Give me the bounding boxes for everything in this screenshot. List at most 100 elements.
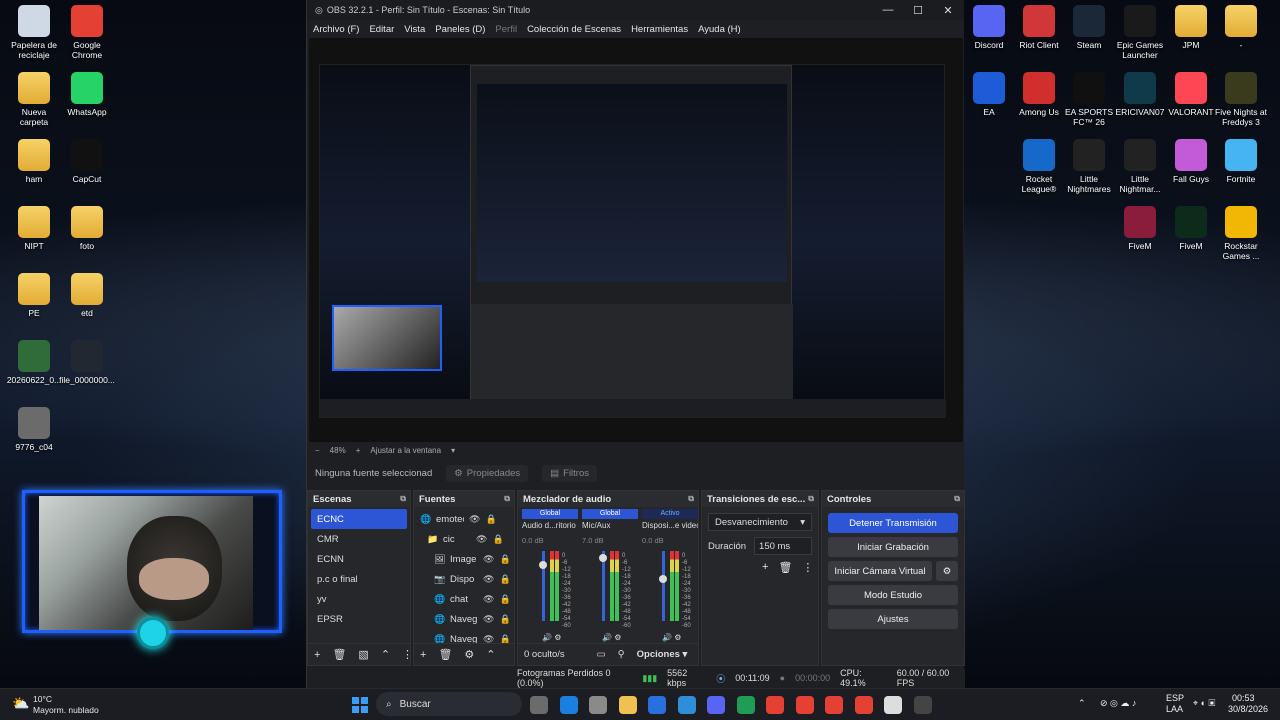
desktop-icon-right9[interactable]: ERICIVAN07 [1111, 72, 1169, 117]
tray-system-icons[interactable]: ⌖ ◐ ▣ [1193, 698, 1215, 709]
tray-misc-icons[interactable]: ⊘ ◎ ☁ ♪ [1100, 698, 1136, 709]
more-button[interactable]: ⋮ [402, 648, 413, 661]
maximize-button[interactable]: ☐ [903, 0, 933, 20]
desktop-icon-right13[interactable]: Little Nightmares [1060, 139, 1118, 194]
lock-icon[interactable]: 🔒 [499, 554, 510, 565]
menu-archivo[interactable]: Archivo (F) [313, 24, 359, 35]
gear-icon[interactable]: ⚙ [674, 633, 681, 642]
remove-transition-button[interactable]: 🗑 [778, 561, 792, 574]
obs-icon[interactable] [913, 696, 932, 714]
lock-icon[interactable]: 🔒 [485, 514, 496, 525]
remove-source-button[interactable]: 🗑 [438, 648, 452, 661]
menu-herramientas[interactable]: Herramientas [631, 24, 688, 35]
scene-item[interactable]: CMR [311, 529, 407, 549]
scene-item[interactable]: ECNC [311, 509, 407, 529]
desktop-icon-left0[interactable]: Papelera de reciclaje [5, 5, 63, 60]
menu-vista[interactable]: Vista [404, 24, 425, 35]
dock-float-icon[interactable]: ⧉ [954, 494, 960, 504]
scene-item[interactable]: EPSR [311, 609, 407, 629]
desktop-icon-left1[interactable]: Google Chrome [58, 5, 116, 60]
desktop-icon-left9[interactable]: etd [58, 273, 116, 318]
channel-name[interactable]: Audio d...ritorio [522, 521, 578, 530]
desktop-icon-left3[interactable]: WhatsApp [58, 72, 116, 117]
eye-icon[interactable]: 👁 [483, 614, 494, 625]
speaker-icon[interactable]: 🔊 [542, 633, 554, 642]
menu-editar[interactable]: Editar [369, 24, 394, 35]
remove-scene-button[interactable]: 🗑 [332, 648, 346, 661]
discord-icon[interactable] [707, 696, 725, 714]
chrome-icon[interactable] [854, 696, 873, 714]
lock-icon[interactable]: 🔒 [499, 574, 510, 585]
volume-fader[interactable] [662, 551, 665, 621]
desktop-icon-right19[interactable]: Rockstar Games ... [1212, 206, 1270, 261]
source-settings-button[interactable]: ⚙ [464, 648, 474, 661]
scene-filters-button[interactable]: ▧ [358, 648, 368, 661]
speaker-icon[interactable]: 🔊 [602, 633, 614, 642]
options-button[interactable]: Opciones ▾ [637, 649, 688, 660]
chevron-down-icon[interactable]: ▾ [451, 446, 455, 455]
add-transition-button[interactable]: + [762, 561, 768, 574]
source-item[interactable]: 🌐 emotec 👁 🔒 [414, 509, 514, 529]
eye-icon[interactable]: 👁 [483, 574, 494, 585]
filters-button[interactable]: ▤ Filtros [542, 464, 598, 482]
scene-item[interactable]: ECNN [311, 549, 407, 569]
source-item[interactable]: 🖼 Image 👁 🔒 [414, 549, 514, 569]
desktop-icon-left11[interactable]: file_0000000... [58, 340, 116, 385]
weather-desc[interactable]: Mayorm. nublado [33, 705, 99, 715]
settings-button[interactable]: Ajustes [828, 609, 958, 629]
chrome-icon[interactable] [795, 696, 814, 714]
add-scene-button[interactable]: + [314, 649, 320, 661]
source-item[interactable]: 🌐 Naveg 👁 🔒 [414, 609, 514, 629]
eye-icon[interactable]: 👁 [483, 594, 494, 605]
move-up-button[interactable]: ⌃ [486, 648, 495, 661]
desktop-icon-right14[interactable]: Little Nightmar... [1111, 139, 1169, 194]
language-code[interactable]: ESP [1166, 693, 1184, 703]
stop-stream-button[interactable]: Detener Transmisión [828, 513, 958, 533]
scene-item[interactable]: yv [311, 589, 407, 609]
excel-icon[interactable] [736, 696, 755, 714]
source-item[interactable]: 📁 cic 👁 🔒 [414, 529, 514, 549]
duration-input[interactable]: 150 ms [754, 537, 813, 555]
clock-date[interactable]: 30/8/2026 [1228, 704, 1268, 714]
desktop-icon-right2[interactable]: Steam [1060, 5, 1118, 50]
chrome-icon[interactable] [825, 696, 843, 714]
edge-icon[interactable] [559, 696, 578, 714]
desktop-icon-right3[interactable]: Epic Games Launcher [1111, 5, 1169, 60]
gear-icon[interactable]: ⚙ [936, 561, 958, 581]
desktop-icon-left4[interactable]: ham [5, 139, 63, 184]
settings-icon[interactable] [589, 696, 607, 714]
fader-knob[interactable] [539, 561, 547, 569]
source-item[interactable]: 🌐 chat 👁 🔒 [414, 589, 514, 609]
lock-icon[interactable]: 🔒 [492, 534, 503, 545]
desktop-icon-left10[interactable]: 20260622_0... [5, 340, 63, 385]
menu-paneles[interactable]: Paneles (D) [435, 24, 485, 35]
zoom-in-button[interactable]: + [356, 446, 361, 455]
menu-coleccion-escenas[interactable]: Colección de Escenas [527, 24, 621, 35]
zoom-out-button[interactable]: − [315, 446, 320, 455]
gear-icon[interactable]: ⚙ [614, 633, 621, 642]
eye-icon[interactable]: 👁 [476, 534, 487, 545]
channel-name[interactable]: Disposi...e video [642, 521, 698, 530]
link-icon[interactable]: ⚲ [618, 649, 625, 660]
start-icon[interactable] [352, 697, 368, 713]
dock-float-icon[interactable]: ⧉ [688, 494, 694, 504]
desktop-icon-left12[interactable]: 9776_c04 [5, 407, 63, 452]
fader-knob[interactable] [659, 575, 667, 583]
speaker-icon[interactable]: 🔊 [662, 633, 674, 642]
gear-icon[interactable]: ⚙ [554, 633, 561, 642]
clock-time[interactable]: 00:53 [1232, 693, 1255, 703]
studio-mode-button[interactable]: Modo Estudio [828, 585, 958, 605]
store-icon[interactable] [648, 696, 666, 714]
taskbar-search[interactable]: ⌕ Buscar [376, 692, 522, 716]
properties-button[interactable]: ⚙ Propiedades [446, 464, 529, 482]
desktop-icon-right16[interactable]: Fortnite [1212, 139, 1270, 184]
briefcase-icon[interactable] [884, 696, 902, 714]
mixer-layout-icon[interactable]: ▭ [597, 649, 606, 660]
dock-float-icon[interactable]: ⧉ [808, 494, 814, 504]
desktop-icon-left5[interactable]: CapCut [58, 139, 116, 184]
menu-ayuda[interactable]: Ayuda (H) [698, 24, 741, 35]
channel-name[interactable]: Mic/Aux [582, 521, 638, 530]
close-button[interactable]: ✕ [933, 0, 963, 20]
tray-chevron-icon[interactable]: ⌃ [1078, 698, 1086, 709]
source-item[interactable]: 📷 Dispo 👁 🔒 [414, 569, 514, 589]
